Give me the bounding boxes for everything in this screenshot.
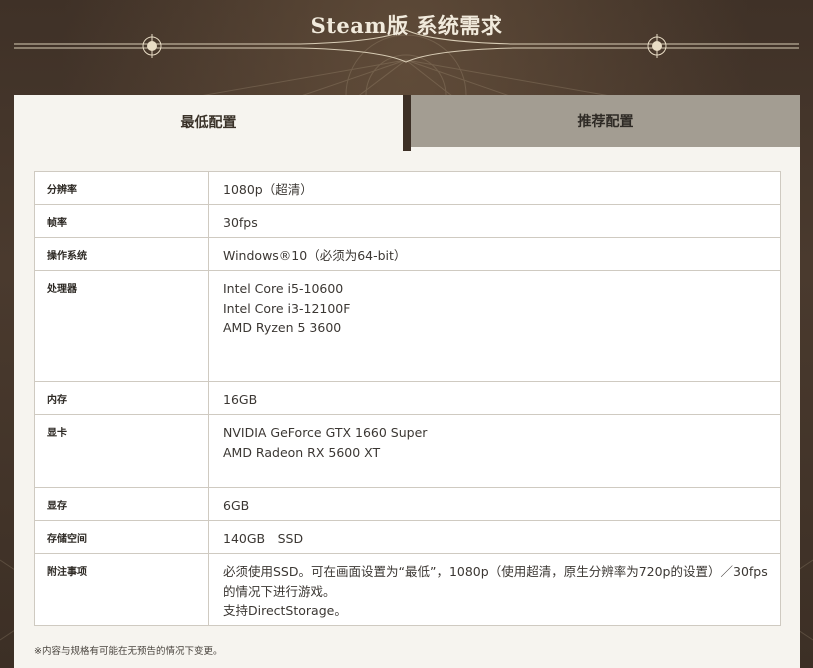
- spec-label-os: 操作系统: [34, 237, 209, 271]
- page-title: Steam版 系统需求: [310, 13, 503, 38]
- spec-value-line: AMD Radeon RX 5600 XT: [223, 444, 381, 460]
- spec-label-storage: 存储空间: [34, 520, 209, 554]
- spec-value-notes: 必须使用SSD。可在画面设置为“最低”，1080p（使用超清，原生分辨率为720…: [208, 553, 781, 626]
- spec-value-line: NVIDIA GeForce GTX 1660 Super: [223, 425, 428, 440]
- tab-recommended[interactable]: 推荐配置: [411, 95, 800, 147]
- spec-value-line: Intel Core i5-10600: [223, 281, 344, 296]
- spec-label-resolution: 分辨率: [34, 171, 209, 205]
- tab-separator: [403, 95, 411, 151]
- spec-label-memory: 内存: [34, 381, 209, 415]
- spec-value-line: 的情况下进行游戏。: [223, 583, 336, 599]
- spec-label-notes: 附注事项: [34, 553, 209, 626]
- spec-value-framerate: 30fps: [208, 204, 781, 238]
- footnote: ※内容与规格有可能在无预告的情况下变更。: [34, 646, 223, 657]
- spec-value-storage: 140GB SSD: [208, 520, 781, 554]
- table-row: 处理器 Intel Core i5-10600 Intel Core i3-12…: [34, 270, 781, 382]
- spec-value-line: AMD Ryzen 5 3600: [223, 320, 342, 335]
- table-row: 帧率 30fps: [34, 204, 781, 238]
- table-row: 显卡 NVIDIA GeForce GTX 1660 Super AMD Rad…: [34, 414, 781, 488]
- table-row: 内存 16GB: [34, 381, 781, 415]
- spec-value-memory: 16GB: [208, 381, 781, 415]
- table-row: 存储空间 140GB SSD: [34, 520, 781, 554]
- spec-label-gpu: 显卡: [34, 414, 209, 488]
- tab-minimum[interactable]: 最低配置: [14, 95, 403, 149]
- spec-value-gpu: NVIDIA GeForce GTX 1660 Super AMD Radeon…: [208, 414, 781, 488]
- table-row: 显存 6GB: [34, 487, 781, 521]
- header: Steam版 系统需求: [0, 0, 813, 90]
- spec-panel: 最低配置 推荐配置 分辨率 1080p（超清） 帧率 30fps 操作系统 Wi…: [14, 95, 800, 668]
- spec-value-cpu: Intel Core i5-10600 Intel Core i3-12100F…: [208, 270, 781, 382]
- spec-label-cpu: 处理器: [34, 270, 209, 382]
- spec-label-vram: 显存: [34, 487, 209, 521]
- spec-value-vram: 6GB: [208, 487, 781, 521]
- ornament-icon: [147, 41, 662, 51]
- spec-value-os: Windows®10（必须为64-bit）: [208, 237, 781, 271]
- spec-value-line: Intel Core i3-12100F: [223, 300, 351, 316]
- table-row: 附注事项 必须使用SSD。可在画面设置为“最低”，1080p（使用超清，原生分辨…: [34, 553, 781, 626]
- spec-value-resolution: 1080p（超清）: [208, 171, 781, 205]
- spec-value-line: 支持DirectStorage。: [223, 603, 347, 618]
- table-row: 分辨率 1080p（超清）: [34, 171, 781, 205]
- spec-table: 分辨率 1080p（超清） 帧率 30fps 操作系统 Windows®10（必…: [34, 171, 781, 626]
- table-row: 操作系统 Windows®10（必须为64-bit）: [34, 237, 781, 271]
- spec-label-framerate: 帧率: [34, 204, 209, 238]
- spec-value-line: 必须使用SSD。可在画面设置为“最低”，1080p（使用超清，原生分辨率为720…: [223, 564, 768, 579]
